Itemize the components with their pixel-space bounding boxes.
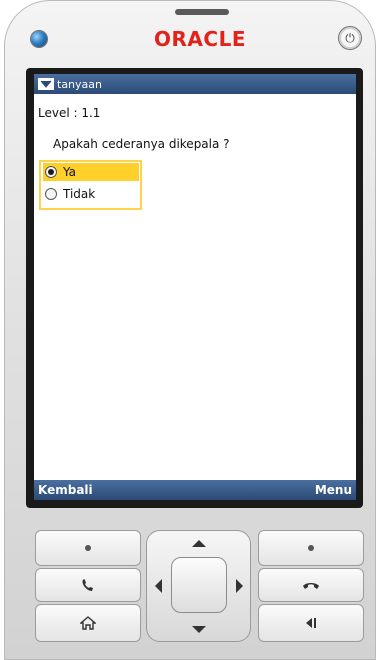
level-text: Level : 1.1 bbox=[38, 106, 100, 120]
power-icon: ⏻ bbox=[345, 30, 355, 45]
menu-softkey[interactable]: Menu bbox=[315, 483, 352, 497]
call-key[interactable] bbox=[35, 568, 141, 602]
radio-unselected-icon bbox=[45, 188, 57, 200]
question-text: Apakah cederanya dikepala ? bbox=[53, 137, 230, 151]
end-call-key[interactable] bbox=[258, 568, 364, 602]
option-ya-label: Ya bbox=[63, 165, 77, 179]
select-center-button[interactable] bbox=[171, 557, 227, 613]
dot-icon bbox=[85, 545, 91, 551]
softkey-bar: Kembali Menu bbox=[34, 480, 356, 500]
power-button[interactable]: ⏻ bbox=[339, 27, 361, 49]
status-led-icon bbox=[31, 31, 47, 47]
screen-title: tanyaan bbox=[57, 77, 102, 91]
left-soft-key[interactable] bbox=[35, 530, 141, 566]
home-icon bbox=[80, 616, 96, 630]
option-tidak-label: Tidak bbox=[63, 187, 96, 201]
back-icon bbox=[306, 618, 316, 628]
answer-choice-group: Ya Tidak bbox=[39, 160, 142, 210]
right-arrow-icon[interactable] bbox=[236, 579, 243, 593]
dot-icon bbox=[308, 545, 314, 551]
option-ya[interactable]: Ya bbox=[43, 163, 139, 181]
down-arrow-icon[interactable] bbox=[192, 626, 206, 633]
brand-logo: ORACLE bbox=[154, 27, 246, 51]
kembali-softkey[interactable]: Kembali bbox=[38, 483, 93, 497]
device-screen: tanyaan Level : 1.1 Apakah cederanya dik… bbox=[34, 74, 356, 500]
left-arrow-icon[interactable] bbox=[155, 579, 162, 593]
phone-icon bbox=[82, 579, 93, 591]
screen-title-bar: tanyaan bbox=[34, 74, 356, 94]
up-arrow-icon[interactable] bbox=[192, 540, 206, 547]
option-tidak[interactable]: Tidak bbox=[43, 185, 139, 203]
home-key[interactable] bbox=[35, 604, 141, 642]
speaker-grille bbox=[175, 9, 229, 15]
level-label: Level : bbox=[38, 106, 82, 120]
hang-up-icon bbox=[303, 583, 319, 589]
radio-selected-icon bbox=[45, 166, 57, 178]
right-soft-key[interactable] bbox=[258, 530, 364, 566]
level-value: 1.1 bbox=[81, 106, 101, 120]
dropdown-menu-icon[interactable] bbox=[38, 78, 54, 90]
back-key[interactable] bbox=[258, 604, 364, 642]
navigation-dpad[interactable] bbox=[146, 530, 251, 642]
